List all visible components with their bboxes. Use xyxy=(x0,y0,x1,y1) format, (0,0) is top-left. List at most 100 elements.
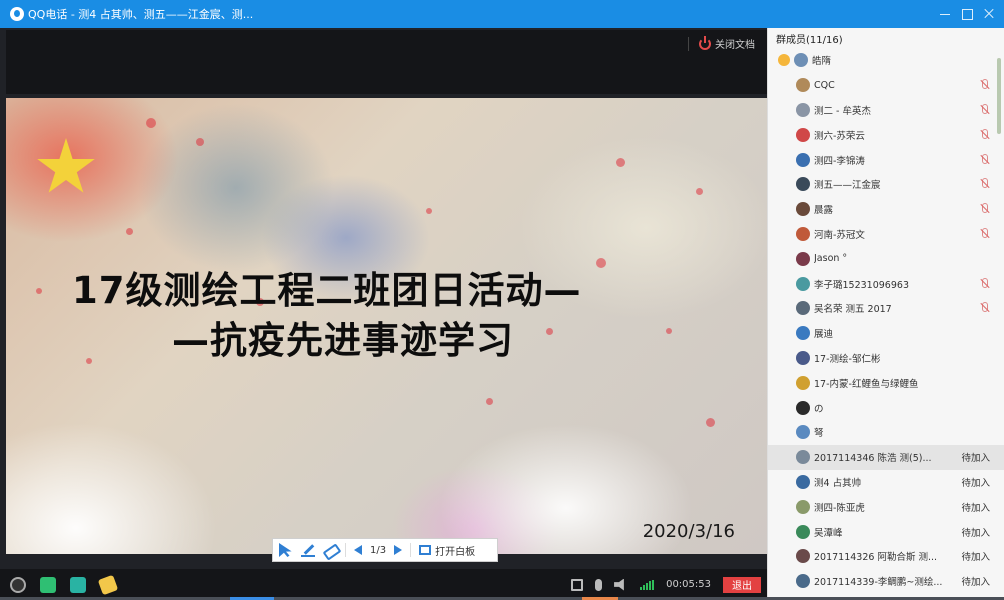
member-row[interactable]: の xyxy=(768,395,1004,420)
mic-off-icon xyxy=(980,178,988,190)
member-name: 吴名荣 测五 2017 xyxy=(814,304,892,316)
close-icon[interactable] xyxy=(982,7,996,21)
member-status: 待加入 xyxy=(961,477,990,489)
open-whiteboard-label: 打开白板 xyxy=(435,546,476,558)
avatar xyxy=(796,78,810,93)
member-status: 待加入 xyxy=(961,552,990,564)
member-name: 展迪 xyxy=(814,329,834,341)
member-row[interactable]: 吴潭峰 待加入 xyxy=(768,519,1004,544)
exit-button[interactable]: 退出 xyxy=(723,576,761,593)
call-controls-bar: 00:05:53 退出 xyxy=(0,569,767,600)
eraser-tool-icon[interactable] xyxy=(323,543,337,557)
avatar xyxy=(796,425,810,440)
member-name: CQC xyxy=(814,79,835,91)
pen-tool-icon[interactable] xyxy=(301,543,315,557)
member-row[interactable]: 17-内蒙-红鲤鱼与绿鲤鱼 xyxy=(768,370,1004,395)
doc-header: 关闭文档 xyxy=(6,30,767,94)
member-row[interactable]: 测四-陈亚虎 待加入 xyxy=(768,494,1004,519)
avatar xyxy=(796,549,810,564)
avatar xyxy=(796,152,810,167)
member-name: 河南-苏冠文 xyxy=(814,229,865,241)
slide-date: 2020/3/16 xyxy=(642,521,735,542)
member-row[interactable]: 吴名荣 测五 2017 xyxy=(768,296,1004,321)
microphone-icon[interactable] xyxy=(595,578,603,591)
member-row[interactable]: Jason ° xyxy=(768,246,1004,271)
divider xyxy=(410,543,412,557)
settings-icon[interactable] xyxy=(10,576,26,593)
member-row[interactable]: 河南-苏冠文 xyxy=(768,222,1004,247)
fullscreen-icon[interactable] xyxy=(571,578,584,591)
member-name: 17-内蒙-红鲤鱼与绿鲤鱼 xyxy=(814,378,919,390)
divider xyxy=(345,543,346,557)
mic-off-icon xyxy=(980,277,988,290)
member-row[interactable]: CQC xyxy=(768,73,1004,98)
qq-logo-icon xyxy=(10,7,24,21)
member-name: 吴潭峰 xyxy=(814,527,843,539)
next-page-icon[interactable] xyxy=(394,545,403,555)
member-name: 李子璐15231096963 xyxy=(814,279,909,291)
avatar xyxy=(796,326,810,341)
member-row[interactable]: 弩 xyxy=(768,420,1004,445)
blossom-dot xyxy=(146,118,156,128)
member-row[interactable]: 2017114346 陈浩 测(5)... 待加入 xyxy=(768,444,1004,470)
member-status: 待加入 xyxy=(961,527,990,539)
avatar xyxy=(796,251,810,266)
prev-page-icon[interactable] xyxy=(354,545,362,555)
avatar xyxy=(796,375,810,390)
member-row[interactable]: 17-测绘-邹仁彬 xyxy=(768,346,1004,371)
member-row[interactable]: 2017114339-李鲷鹏~测绘... 待加入 xyxy=(768,569,1004,594)
call-actions: 00:05:53 退出 xyxy=(571,569,761,600)
blossom-dot xyxy=(706,418,715,427)
open-whiteboard-button[interactable]: 打开白板 xyxy=(419,543,475,558)
member-name: 2017114346 陈浩 测(5)... xyxy=(814,453,932,465)
mic-off-icon xyxy=(980,227,988,240)
pointer-tool-icon[interactable] xyxy=(279,543,292,557)
avatar xyxy=(796,202,810,217)
member-row[interactable]: 测六-苏荣云 xyxy=(768,122,1004,147)
stats-icon[interactable] xyxy=(40,576,56,593)
minimize-icon[interactable] xyxy=(938,7,952,21)
member-row[interactable]: 测四-李锦涛 xyxy=(768,147,1004,172)
member-row[interactable]: 测五——江金宸 xyxy=(768,172,1004,197)
member-row[interactable]: 李子璐15231096963 xyxy=(768,271,1004,296)
close-doc-label: 关闭文档 xyxy=(715,40,755,51)
member-name: 皓隋 xyxy=(812,56,832,68)
power-icon xyxy=(699,35,711,50)
whiteboard-icon xyxy=(419,545,432,555)
page-indicator: 1/3 xyxy=(370,544,387,556)
maximize-icon[interactable] xyxy=(960,7,974,21)
mic-off-icon xyxy=(980,79,988,91)
scrollbar[interactable] xyxy=(997,58,1001,134)
avatar xyxy=(796,177,810,192)
mic-off-icon xyxy=(980,128,988,141)
blossom-dot xyxy=(486,398,493,405)
member-row[interactable]: 测4 占其帅 待加入 xyxy=(768,470,1004,495)
slide-title-line-1: 17级测绘工程二班团日活动— xyxy=(72,269,582,312)
avatar xyxy=(796,450,810,465)
mic-off-icon xyxy=(980,203,988,215)
member-name: 测六-苏荣云 xyxy=(814,130,865,142)
divider xyxy=(688,36,689,51)
note-icon[interactable] xyxy=(97,574,119,595)
close-doc-button[interactable]: 关闭文档 xyxy=(688,35,755,51)
mic-off-icon xyxy=(980,103,988,116)
avatar xyxy=(796,499,810,514)
member-name: 测四-李锦涛 xyxy=(814,155,865,167)
qq-call-window: QQ电话 - 测4 占其帅、测五——江金宸、测... 关闭文档 17级测绘工程二… xyxy=(0,0,1004,600)
member-name: 测五——江金宸 xyxy=(814,180,881,192)
avatar xyxy=(794,53,808,68)
member-row[interactable]: 皓隋 xyxy=(768,48,1004,73)
member-name: Jason ° xyxy=(814,253,848,265)
member-row[interactable]: 2017114326 阿勒合斯 测... 待加入 xyxy=(768,544,1004,569)
doc-toolbar: 1/3 打开白板 xyxy=(272,538,498,562)
speaker-icon[interactable] xyxy=(614,578,624,591)
member-name: 测二 - 牟英杰 xyxy=(814,105,871,117)
member-name: 2017114326 阿勒合斯 测... xyxy=(814,552,938,564)
member-status: 待加入 xyxy=(961,502,990,514)
member-row[interactable]: 展迪 xyxy=(768,321,1004,346)
avatar xyxy=(796,400,810,415)
member-name: 测四-陈亚虎 xyxy=(814,502,865,514)
member-row[interactable]: 晨露 xyxy=(768,197,1004,222)
share-screen-icon[interactable] xyxy=(70,576,86,593)
member-row[interactable]: 测二 - 牟英杰 xyxy=(768,98,1004,123)
